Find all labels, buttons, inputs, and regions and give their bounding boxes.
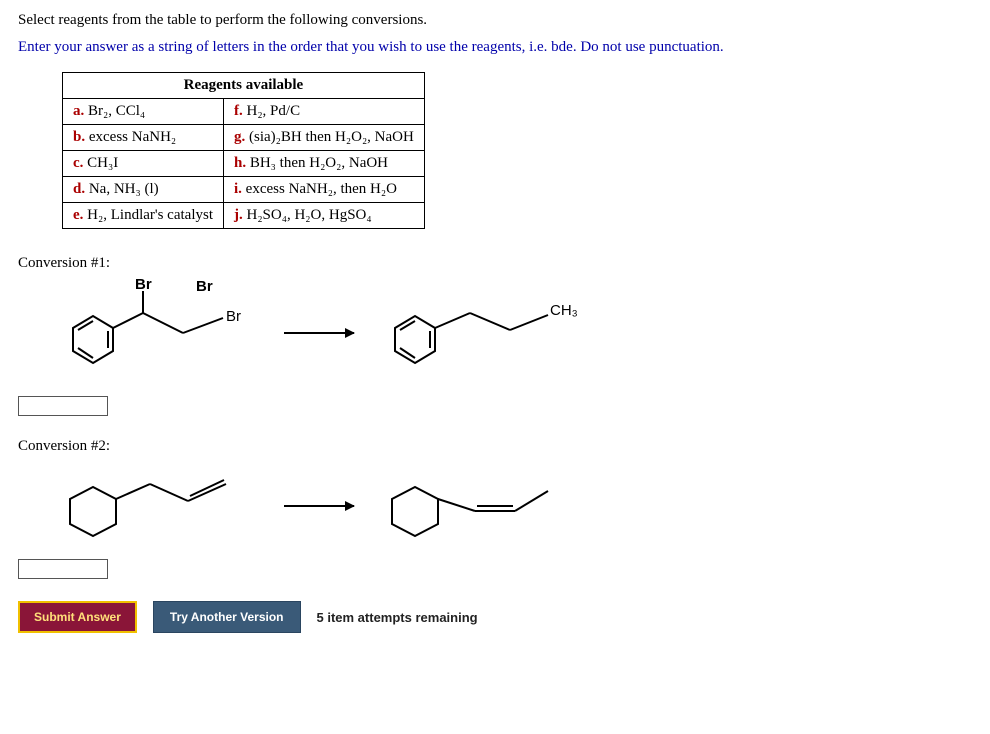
reagent-letter: i. (234, 181, 242, 197)
reagent-letter: j. (234, 207, 243, 223)
reagent-letter: e. (73, 207, 83, 223)
reagent-letter: b. (73, 129, 85, 145)
svg-text:CH₃: CH₃ (550, 302, 578, 319)
conversion-2-scheme (58, 461, 972, 551)
reagent-text: excess NaNH₂ (89, 129, 176, 145)
reagent-letter: h. (234, 155, 246, 171)
table-row: a. Br₂, CCl₄ f. H₂, Pd/C (63, 99, 425, 125)
table-row: e. H₂, Lindlar's catalyst j. H₂SO₄, H₂O,… (63, 203, 425, 229)
reagent-letter: c. (73, 155, 83, 171)
reagent-text: H₂, Pd/C (247, 103, 301, 119)
reagents-table-heading: Reagents available (63, 73, 425, 99)
structure-product-1: CH₃ (380, 288, 600, 378)
instruction-line-2: Enter your answer as a string of letters… (18, 39, 972, 56)
reagent-letter: f. (234, 103, 243, 119)
reagent-text: BH₃ then H₂O₂, NaOH (250, 155, 388, 171)
reagent-text: Na, NH₃ (l) (89, 181, 159, 197)
reagent-letter: g. (234, 129, 245, 145)
reagent-text: H₂, Lindlar's catalyst (87, 207, 213, 223)
attempts-remaining: 5 item attempts remaining (317, 610, 478, 625)
reagent-letter: d. (73, 181, 85, 197)
reagent-letter: a. (73, 103, 84, 119)
reagents-table: Reagents available a. Br₂, CCl₄ f. H₂, P… (62, 72, 425, 229)
table-row: d. Na, NH₃ (l) i. excess NaNH₂, then H₂O (63, 177, 425, 203)
conversion-2-label: Conversion #2: (18, 438, 972, 455)
reagent-text: (sia)₂BH then H₂O₂, NaOH (249, 129, 414, 145)
svg-text:Br: Br (226, 308, 241, 325)
reagent-text: Br₂, CCl₄ (88, 103, 145, 119)
structure-product-2 (380, 461, 580, 551)
reaction-arrow-icon (284, 332, 354, 334)
conversion-1-scheme: Br Br Br CH₃ (58, 278, 972, 388)
conversion-2-input[interactable] (18, 559, 108, 579)
reagent-text: H₂SO₄, H₂O, HgSO₄ (247, 207, 372, 223)
structure-start-1: Br Br Br (58, 278, 258, 388)
svg-text:Br: Br (196, 278, 213, 295)
structure-start-2 (58, 461, 258, 551)
try-another-version-button[interactable]: Try Another Version (153, 601, 301, 633)
reagent-text: CH₃I (87, 155, 118, 171)
reaction-arrow-icon (284, 505, 354, 507)
conversion-1-input[interactable] (18, 396, 108, 416)
table-row: c. CH₃I h. BH₃ then H₂O₂, NaOH (63, 151, 425, 177)
conversion-1-label: Conversion #1: (18, 255, 972, 272)
svg-text:Br: Br (135, 278, 152, 293)
instruction-line-1: Select reagents from the table to perfor… (18, 12, 972, 29)
submit-answer-button[interactable]: Submit Answer (18, 601, 137, 633)
table-row: b. excess NaNH₂ g. (sia)₂BH then H₂O₂, N… (63, 125, 425, 151)
reagent-text: excess NaNH₂, then H₂O (246, 181, 397, 197)
button-row: Submit Answer Try Another Version 5 item… (18, 601, 972, 633)
